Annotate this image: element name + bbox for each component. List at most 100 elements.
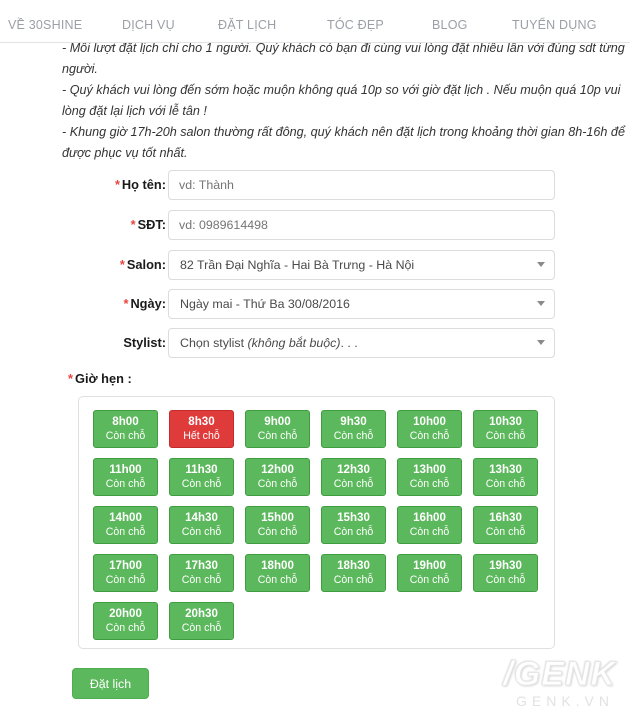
stylist-value-hint: (không bắt buộc) [247, 336, 341, 350]
time-slot-status: Còn chỗ [257, 574, 298, 586]
time-slot[interactable]: 12h30 Còn chỗ [321, 458, 386, 496]
time-slot-time: 14h00 [109, 511, 142, 524]
time-slot-status: Còn chỗ [485, 526, 526, 538]
time-slot-time: 9h00 [264, 415, 291, 428]
stylist-value-text: Chọn stylist [180, 336, 248, 350]
nav-item-3[interactable]: TÓC ĐẸP [327, 18, 384, 32]
time-slot[interactable]: 15h30 Còn chỗ [321, 506, 386, 544]
time-slot-status: Còn chỗ [105, 478, 146, 490]
time-slot-time: 18h00 [261, 559, 294, 572]
time-slot[interactable]: 13h00 Còn chỗ [397, 458, 462, 496]
required-marker: * [130, 217, 136, 232]
required-marker: * [119, 257, 125, 272]
chevron-down-icon [537, 301, 545, 306]
time-slot[interactable]: 16h30 Còn chỗ [473, 506, 538, 544]
phone-input[interactable] [168, 210, 555, 240]
time-slot-time: 10h00 [413, 415, 446, 428]
time-slot-time: 19h30 [489, 559, 522, 572]
time-slot[interactable]: 11h00 Còn chỗ [93, 458, 158, 496]
time-slot-grid: 8h00 Còn chỗ 8h30 Hết chỗ 9h00 Còn chỗ 9h30 Còn… [93, 410, 555, 650]
time-slot[interactable]: 11h30 Còn chỗ [169, 458, 234, 496]
notice-line: - Khung giờ 17h-20h salon thường rất đôn… [62, 125, 625, 160]
label-name: * Họ tên: [114, 177, 166, 192]
time-slot-time: 15h30 [337, 511, 370, 524]
time-slot-status: Còn chỗ [105, 622, 146, 634]
nav-item-2[interactable]: ĐẶT LỊCH [218, 18, 276, 32]
time-slot[interactable]: 19h30 Còn chỗ [473, 554, 538, 592]
time-slot-status: Còn chỗ [333, 574, 374, 586]
form-row-date: * Ngày: Ngày mai - Thứ Ba 30/08/2016 [0, 289, 630, 319]
nav-item-5[interactable]: TUYỂN DỤNG [512, 18, 597, 32]
label-salon: * Salon: [119, 257, 166, 272]
time-slot-status: Còn chỗ [333, 478, 374, 490]
chevron-down-icon [537, 262, 545, 267]
time-slot[interactable]: 10h00 Còn chỗ [397, 410, 462, 448]
time-slot-status: Còn chỗ [181, 622, 222, 634]
time-slot-status: Còn chỗ [181, 574, 222, 586]
time-slot[interactable]: 17h30 Còn chỗ [169, 554, 234, 592]
time-slot-time: 20h00 [109, 607, 142, 620]
time-slot[interactable]: 9h30 Còn chỗ [321, 410, 386, 448]
form-row-phone: * SĐT: [0, 210, 630, 240]
required-marker: * [68, 371, 73, 386]
time-slot-status: Còn chỗ [181, 526, 222, 538]
time-slot-time: 17h30 [185, 559, 218, 572]
time-slot[interactable]: 17h00 Còn chỗ [93, 554, 158, 592]
time-slot-time: 16h30 [489, 511, 522, 524]
time-slot[interactable]: 10h30 Còn chỗ [473, 410, 538, 448]
time-slot-status: Còn chỗ [257, 430, 298, 442]
time-slot-time: 12h30 [337, 463, 370, 476]
time-slot[interactable]: 18h30 Còn chỗ [321, 554, 386, 592]
time-slot[interactable]: 14h30 Còn chỗ [169, 506, 234, 544]
stylist-select[interactable]: Chọn stylist (không bắt buộc). . . [168, 328, 555, 358]
nav-item-1[interactable]: DỊCH VỤ [122, 18, 175, 32]
time-slot[interactable]: 19h00 Còn chỗ [397, 554, 462, 592]
stylist-value-tail: . . . [340, 336, 358, 350]
time-slot-panel: 8h00 Còn chỗ 8h30 Hết chỗ 9h00 Còn chỗ 9h30 Còn… [78, 396, 555, 649]
nav-item-0[interactable]: VỀ 30SHINE [8, 18, 82, 32]
label-date: * Ngày: [123, 296, 166, 311]
time-slot-status: Còn chỗ [105, 526, 146, 538]
time-slot-time: 15h00 [261, 511, 294, 524]
time-slot-status: Hết chỗ [183, 430, 220, 442]
notice-line: - Mỗi lượt đặt lịch chỉ cho 1 người. Quý… [62, 41, 625, 76]
time-slot-time: 11h30 [185, 463, 218, 476]
time-slot[interactable]: 9h00 Còn chỗ [245, 410, 310, 448]
nav-item-4[interactable]: BLOG [432, 18, 468, 32]
time-slot[interactable]: 20h30 Còn chỗ [169, 602, 234, 640]
time-slot-time: 10h30 [489, 415, 522, 428]
time-slot-time: 18h30 [337, 559, 370, 572]
time-slot[interactable]: 8h30 Hết chỗ [169, 410, 234, 448]
time-slot[interactable]: 13h30 Còn chỗ [473, 458, 538, 496]
booking-notice: - Mỗi lượt đặt lịch chỉ cho 1 người. Quý… [62, 38, 628, 164]
time-slot[interactable]: 20h00 Còn chỗ [93, 602, 158, 640]
time-slot[interactable]: 12h00 Còn chỗ [245, 458, 310, 496]
submit-booking-button[interactable]: Đặt lịch [72, 668, 149, 699]
time-slot-time: 8h00 [112, 415, 139, 428]
time-slot-time: 11h00 [109, 463, 142, 476]
time-slot-status: Còn chỗ [105, 430, 146, 442]
date-select[interactable]: Ngày mai - Thứ Ba 30/08/2016 [168, 289, 555, 319]
time-slot-time: 13h00 [413, 463, 446, 476]
time-slot-status: Còn chỗ [409, 574, 450, 586]
time-slot[interactable]: 15h00 Còn chỗ [245, 506, 310, 544]
time-slot[interactable]: 16h00 Còn chỗ [397, 506, 462, 544]
time-slot[interactable]: 18h00 Còn chỗ [245, 554, 310, 592]
form-row-salon: * Salon: 82 Trần Đại Nghĩa - Hai Bà Trưng… [0, 250, 630, 280]
time-slot-time: 14h30 [185, 511, 218, 524]
label-stylist: Stylist: [123, 335, 166, 350]
label-phone: * SĐT: [130, 217, 166, 232]
required-marker: * [123, 296, 129, 311]
required-marker: * [114, 177, 120, 192]
time-slot-time: 13h30 [489, 463, 522, 476]
time-slot-status: Còn chỗ [333, 430, 374, 442]
time-slot-status: Còn chỗ [105, 574, 146, 586]
time-slot-time: 20h30 [185, 607, 218, 620]
salon-select[interactable]: 82 Trần Đại Nghĩa - Hai Bà Trưng - Hà Nộ… [168, 250, 555, 280]
time-slot[interactable]: 8h00 Còn chỗ [93, 410, 158, 448]
time-slot[interactable]: 14h00 Còn chỗ [93, 506, 158, 544]
time-slot-status: Còn chỗ [409, 478, 450, 490]
time-slot-time: 12h00 [261, 463, 294, 476]
name-input[interactable] [168, 170, 555, 200]
time-slot-status: Còn chỗ [257, 478, 298, 490]
